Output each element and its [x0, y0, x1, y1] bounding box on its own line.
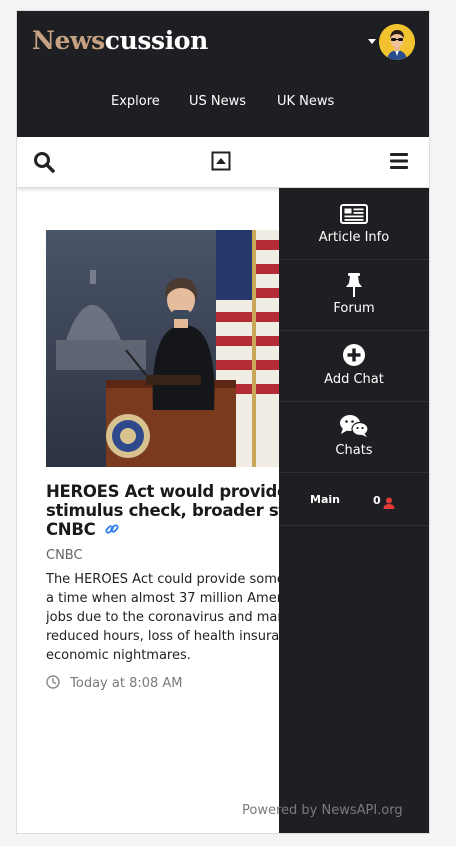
room-label-main: Main — [310, 493, 340, 506]
image-icon[interactable] — [211, 151, 231, 175]
description-line: a time when almost 37 million Americ — [46, 591, 293, 606]
plus-circle-icon — [279, 343, 429, 369]
headline-line: stimulus check, broader stude — [46, 501, 308, 520]
header-bar: Newscussion Explore US News UK News — [17, 11, 429, 137]
powered-by-footer[interactable]: Powered by NewsAPI.org — [242, 803, 403, 818]
menu-item-forum[interactable]: Forum — [279, 259, 429, 331]
menu-label-add-chat: Add Chat — [324, 372, 384, 387]
toolbar — [17, 137, 429, 188]
description-line: The HEROES Act could provide some — [46, 572, 285, 587]
chat-room-main[interactable]: Main 0 — [279, 472, 429, 526]
article-description: The HEROES Act could provide some a time… — [46, 570, 308, 666]
nav-us-news[interactable]: US News — [189, 94, 246, 109]
description-line: reduced hours, loss of health insuran — [46, 629, 288, 644]
newspaper-icon — [279, 201, 429, 227]
side-menu-panel: Article Info Forum Add Chat Chats Main 0 — [279, 188, 429, 833]
chat-bubbles-icon — [279, 414, 429, 440]
logo-part-news: News — [32, 26, 105, 55]
article-time: Today at 8:08 AM — [46, 675, 183, 691]
headline-line: HEROES Act would provide a — [46, 482, 305, 501]
menu-item-article-info[interactable]: Article Info — [279, 188, 429, 260]
article-source: CNBC — [46, 548, 83, 563]
logo[interactable]: Newscussion — [32, 24, 208, 58]
logo-part-cussion: cussion — [104, 26, 209, 55]
menu-icon[interactable] — [389, 151, 409, 175]
account-dropdown-caret-icon[interactable] — [368, 39, 376, 44]
pin-icon — [279, 272, 429, 298]
user-avatar[interactable] — [379, 24, 415, 60]
nav-explore[interactable]: Explore — [111, 94, 160, 109]
time-text: Today at 8:08 AM — [70, 676, 183, 691]
room-user-count: 0 — [373, 494, 381, 507]
article-image[interactable] — [46, 230, 308, 467]
headline-line: CNBC — [46, 520, 96, 539]
menu-label-article-info: Article Info — [318, 230, 390, 245]
search-icon[interactable] — [33, 151, 55, 177]
link-icon[interactable] — [105, 521, 119, 540]
user-icon — [383, 494, 395, 513]
article-headline[interactable]: HEROES Act would provide a stimulus chec… — [46, 482, 308, 540]
clock-icon — [46, 675, 70, 691]
menu-item-chats[interactable]: Chats — [279, 401, 429, 473]
menu-item-add-chat[interactable]: Add Chat — [279, 330, 429, 402]
menu-label-forum: Forum — [333, 301, 375, 316]
app-frame: Newscussion Explore US News UK News HERO… — [17, 11, 429, 833]
menu-label-chats: Chats — [335, 443, 373, 458]
nav-uk-news[interactable]: UK News — [277, 94, 334, 109]
description-line: jobs due to the coronavirus and many — [46, 610, 294, 625]
description-line: economic nightmares. — [46, 648, 191, 663]
